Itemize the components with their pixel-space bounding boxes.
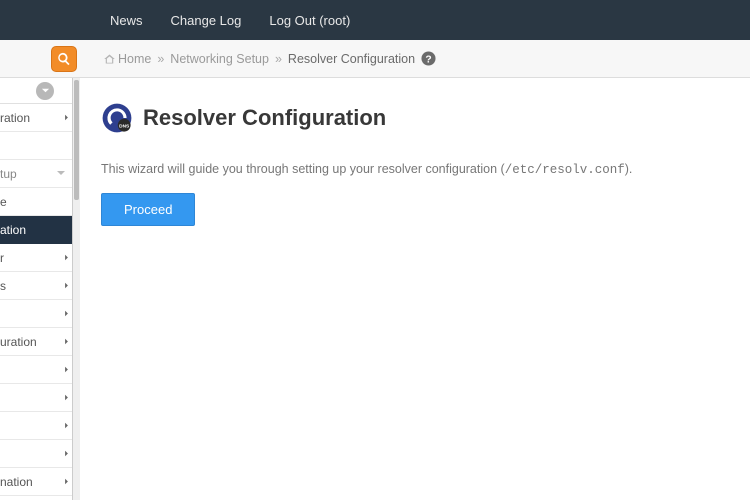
sidebar-item-label: ation — [0, 223, 26, 237]
sidebar-item-0[interactable]: ration — [0, 104, 72, 132]
sidebar-list: ration tup e ation rs uration nation — [0, 104, 72, 500]
sidebar-item-label: e — [0, 195, 7, 209]
sidebar-item-label: nation — [0, 475, 33, 489]
sidebar-item-3[interactable]: e — [0, 188, 72, 216]
sidebar-item-12[interactable] — [0, 440, 72, 468]
chevron-right-icon — [59, 114, 66, 121]
sidebar-item-2[interactable]: tup — [0, 160, 72, 188]
sidebar-item-5[interactable]: r — [0, 244, 72, 272]
svg-text:?: ? — [425, 54, 431, 65]
help-icon[interactable]: ? — [421, 51, 436, 66]
search-icon — [57, 52, 71, 66]
sidebar-item-13[interactable]: nation — [0, 468, 72, 496]
chevron-right-icon — [59, 310, 66, 317]
scroll-thumb[interactable] — [74, 80, 79, 200]
sidebar-item-9[interactable] — [0, 356, 72, 384]
breadcrumb: Home » Networking Setup » Resolver Confi… — [103, 51, 436, 66]
page-title: Resolver Configuration — [143, 105, 386, 131]
breadcrumb-current: Resolver Configuration — [288, 52, 415, 66]
chevron-right-icon — [59, 394, 66, 401]
home-icon — [103, 53, 116, 65]
sidebar-item-label: uration — [0, 335, 37, 349]
nav-changelog[interactable]: Change Log — [171, 13, 242, 28]
chevron-right-icon — [59, 366, 66, 373]
content-scrollbar[interactable] — [73, 78, 80, 500]
intro-text: This wizard will guide you through setti… — [101, 162, 726, 177]
sidebar-item-label: s — [0, 279, 6, 293]
search-wrap — [0, 40, 81, 78]
top-navbar: News Change Log Log Out (root) — [0, 0, 750, 40]
svg-text:DNS: DNS — [119, 124, 130, 130]
sidebar-item-11[interactable] — [0, 412, 72, 440]
breadcrumb-networking[interactable]: Networking Setup — [170, 52, 269, 66]
sidebar-item-14[interactable] — [0, 496, 72, 500]
sidebar-item-10[interactable] — [0, 384, 72, 412]
intro-path: /etc/resolv.conf — [505, 163, 625, 177]
chevron-right-icon — [59, 450, 66, 457]
sidebar-item-label: r — [0, 251, 4, 265]
sidebar-item-7[interactable] — [0, 300, 72, 328]
collapse-icon — [36, 82, 54, 100]
intro-after: ). — [625, 162, 633, 176]
breadcrumb-sep: » — [275, 52, 282, 66]
chevron-down-icon — [56, 167, 66, 181]
content: DNS Resolver Configuration This wizard w… — [73, 78, 750, 500]
chevron-right-icon — [59, 478, 66, 485]
title-row: DNS Resolver Configuration — [101, 102, 726, 134]
second-bar: Home » Networking Setup » Resolver Confi… — [0, 40, 750, 78]
breadcrumb-home[interactable]: Home — [118, 52, 151, 66]
sidebar: ration tup e ation rs uration nation — [0, 78, 73, 500]
chevron-right-icon — [59, 422, 66, 429]
intro-before: This wizard will guide you through setti… — [101, 162, 505, 176]
nav-logout[interactable]: Log Out (root) — [269, 13, 350, 28]
resolver-icon: DNS — [101, 102, 133, 134]
search-button[interactable] — [51, 46, 77, 72]
sidebar-item-label: tup — [0, 167, 17, 181]
chevron-right-icon — [59, 338, 66, 345]
chevron-right-icon — [59, 254, 66, 261]
sidebar-item-1[interactable] — [0, 132, 72, 160]
sidebar-item-label: ration — [0, 111, 30, 125]
chevron-right-icon — [59, 282, 66, 289]
sidebar-item-8[interactable]: uration — [0, 328, 72, 356]
sidebar-item-4[interactable]: ation — [0, 216, 72, 244]
nav-news[interactable]: News — [110, 13, 143, 28]
proceed-button[interactable]: Proceed — [101, 193, 195, 226]
sidebar-collapse-row[interactable] — [0, 78, 72, 104]
main: ration tup e ation rs uration nation DNS Resol… — [0, 78, 750, 500]
breadcrumb-sep: » — [157, 52, 164, 66]
sidebar-item-6[interactable]: s — [0, 272, 72, 300]
